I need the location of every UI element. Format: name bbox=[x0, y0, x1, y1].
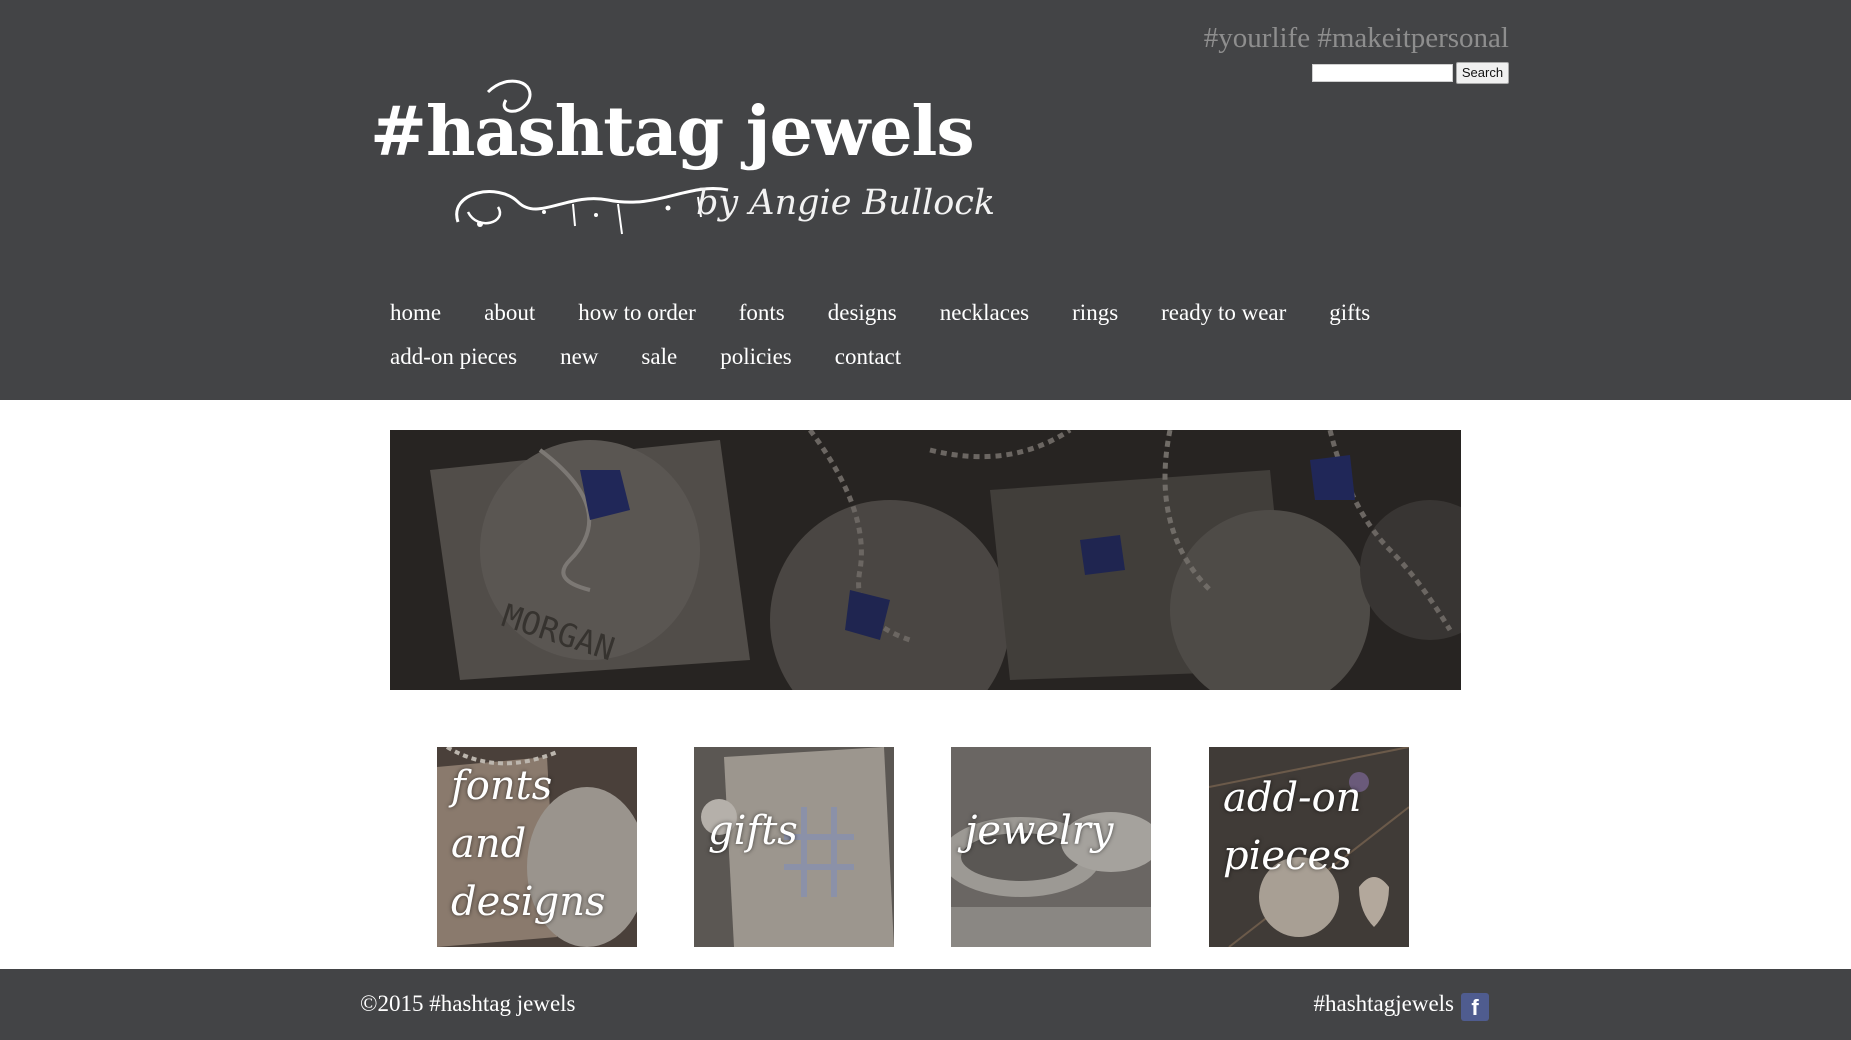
nav-item-rings[interactable]: rings bbox=[1072, 290, 1118, 336]
site-header: #yourlife #makeitpersonal Search #hashta… bbox=[0, 0, 1851, 400]
tile-fonts-label: fonts and designs bbox=[451, 763, 606, 925]
banner-overlay bbox=[390, 430, 1461, 690]
facebook-icon[interactable]: f bbox=[1461, 993, 1489, 1021]
search-input[interactable] bbox=[1312, 64, 1453, 82]
search-button[interactable]: Search bbox=[1456, 62, 1509, 84]
tile-gifts-label: gifts bbox=[708, 808, 798, 854]
social-hashtag: #hashtagjewels bbox=[1313, 991, 1454, 1016]
tile-fonts-and-designs[interactable]: fonts and designs bbox=[437, 747, 637, 947]
nav-item-gifts[interactable]: gifts bbox=[1329, 290, 1370, 336]
tile-add-on-pieces[interactable]: add-on pieces bbox=[1209, 747, 1409, 947]
nav-item-home[interactable]: home bbox=[390, 290, 441, 336]
logo-title: #hashtag jewels bbox=[370, 92, 975, 172]
logo-subtitle: by Angie Bullock bbox=[696, 183, 996, 223]
copyright-text: ©2015 #hashtag jewels bbox=[360, 991, 576, 1016]
nav-item-about[interactable]: about bbox=[484, 290, 535, 336]
nav-item-add-on-pieces[interactable]: add-on pieces bbox=[390, 334, 517, 380]
nav-item-new[interactable]: new bbox=[560, 334, 598, 380]
nav-row-2: add-on pieces new sale policies contact bbox=[390, 334, 944, 380]
header-tagline: #yourlife #makeitpersonal bbox=[1203, 22, 1509, 54]
nav-item-contact[interactable]: contact bbox=[835, 334, 901, 380]
tile-jewelry-label: jewelry bbox=[965, 808, 1114, 854]
nav-item-ready-to-wear[interactable]: ready to wear bbox=[1161, 290, 1286, 336]
tile-add-on-label: add-on pieces bbox=[1223, 775, 1362, 879]
hero-banner-image: MORGAN bbox=[390, 430, 1461, 690]
site-footer: ©2015 #hashtag jewels #hashtagjewels f bbox=[0, 969, 1851, 1040]
nav-item-policies[interactable]: policies bbox=[720, 334, 792, 380]
nav-item-how-to-order[interactable]: how to order bbox=[578, 290, 696, 336]
tile-jewelry[interactable]: jewelry bbox=[951, 747, 1151, 947]
tile-gifts[interactable]: gifts bbox=[694, 747, 894, 947]
nav-item-sale[interactable]: sale bbox=[641, 334, 677, 380]
site-logo[interactable]: #hashtag jewels by Angie Bullock bbox=[368, 72, 995, 242]
nav-row-1: home about how to order fonts designs necklac… bbox=[390, 290, 1413, 336]
nav-item-designs[interactable]: designs bbox=[828, 290, 897, 336]
nav-item-fonts[interactable]: fonts bbox=[739, 290, 785, 336]
nav-item-necklaces[interactable]: necklaces bbox=[940, 290, 1029, 336]
